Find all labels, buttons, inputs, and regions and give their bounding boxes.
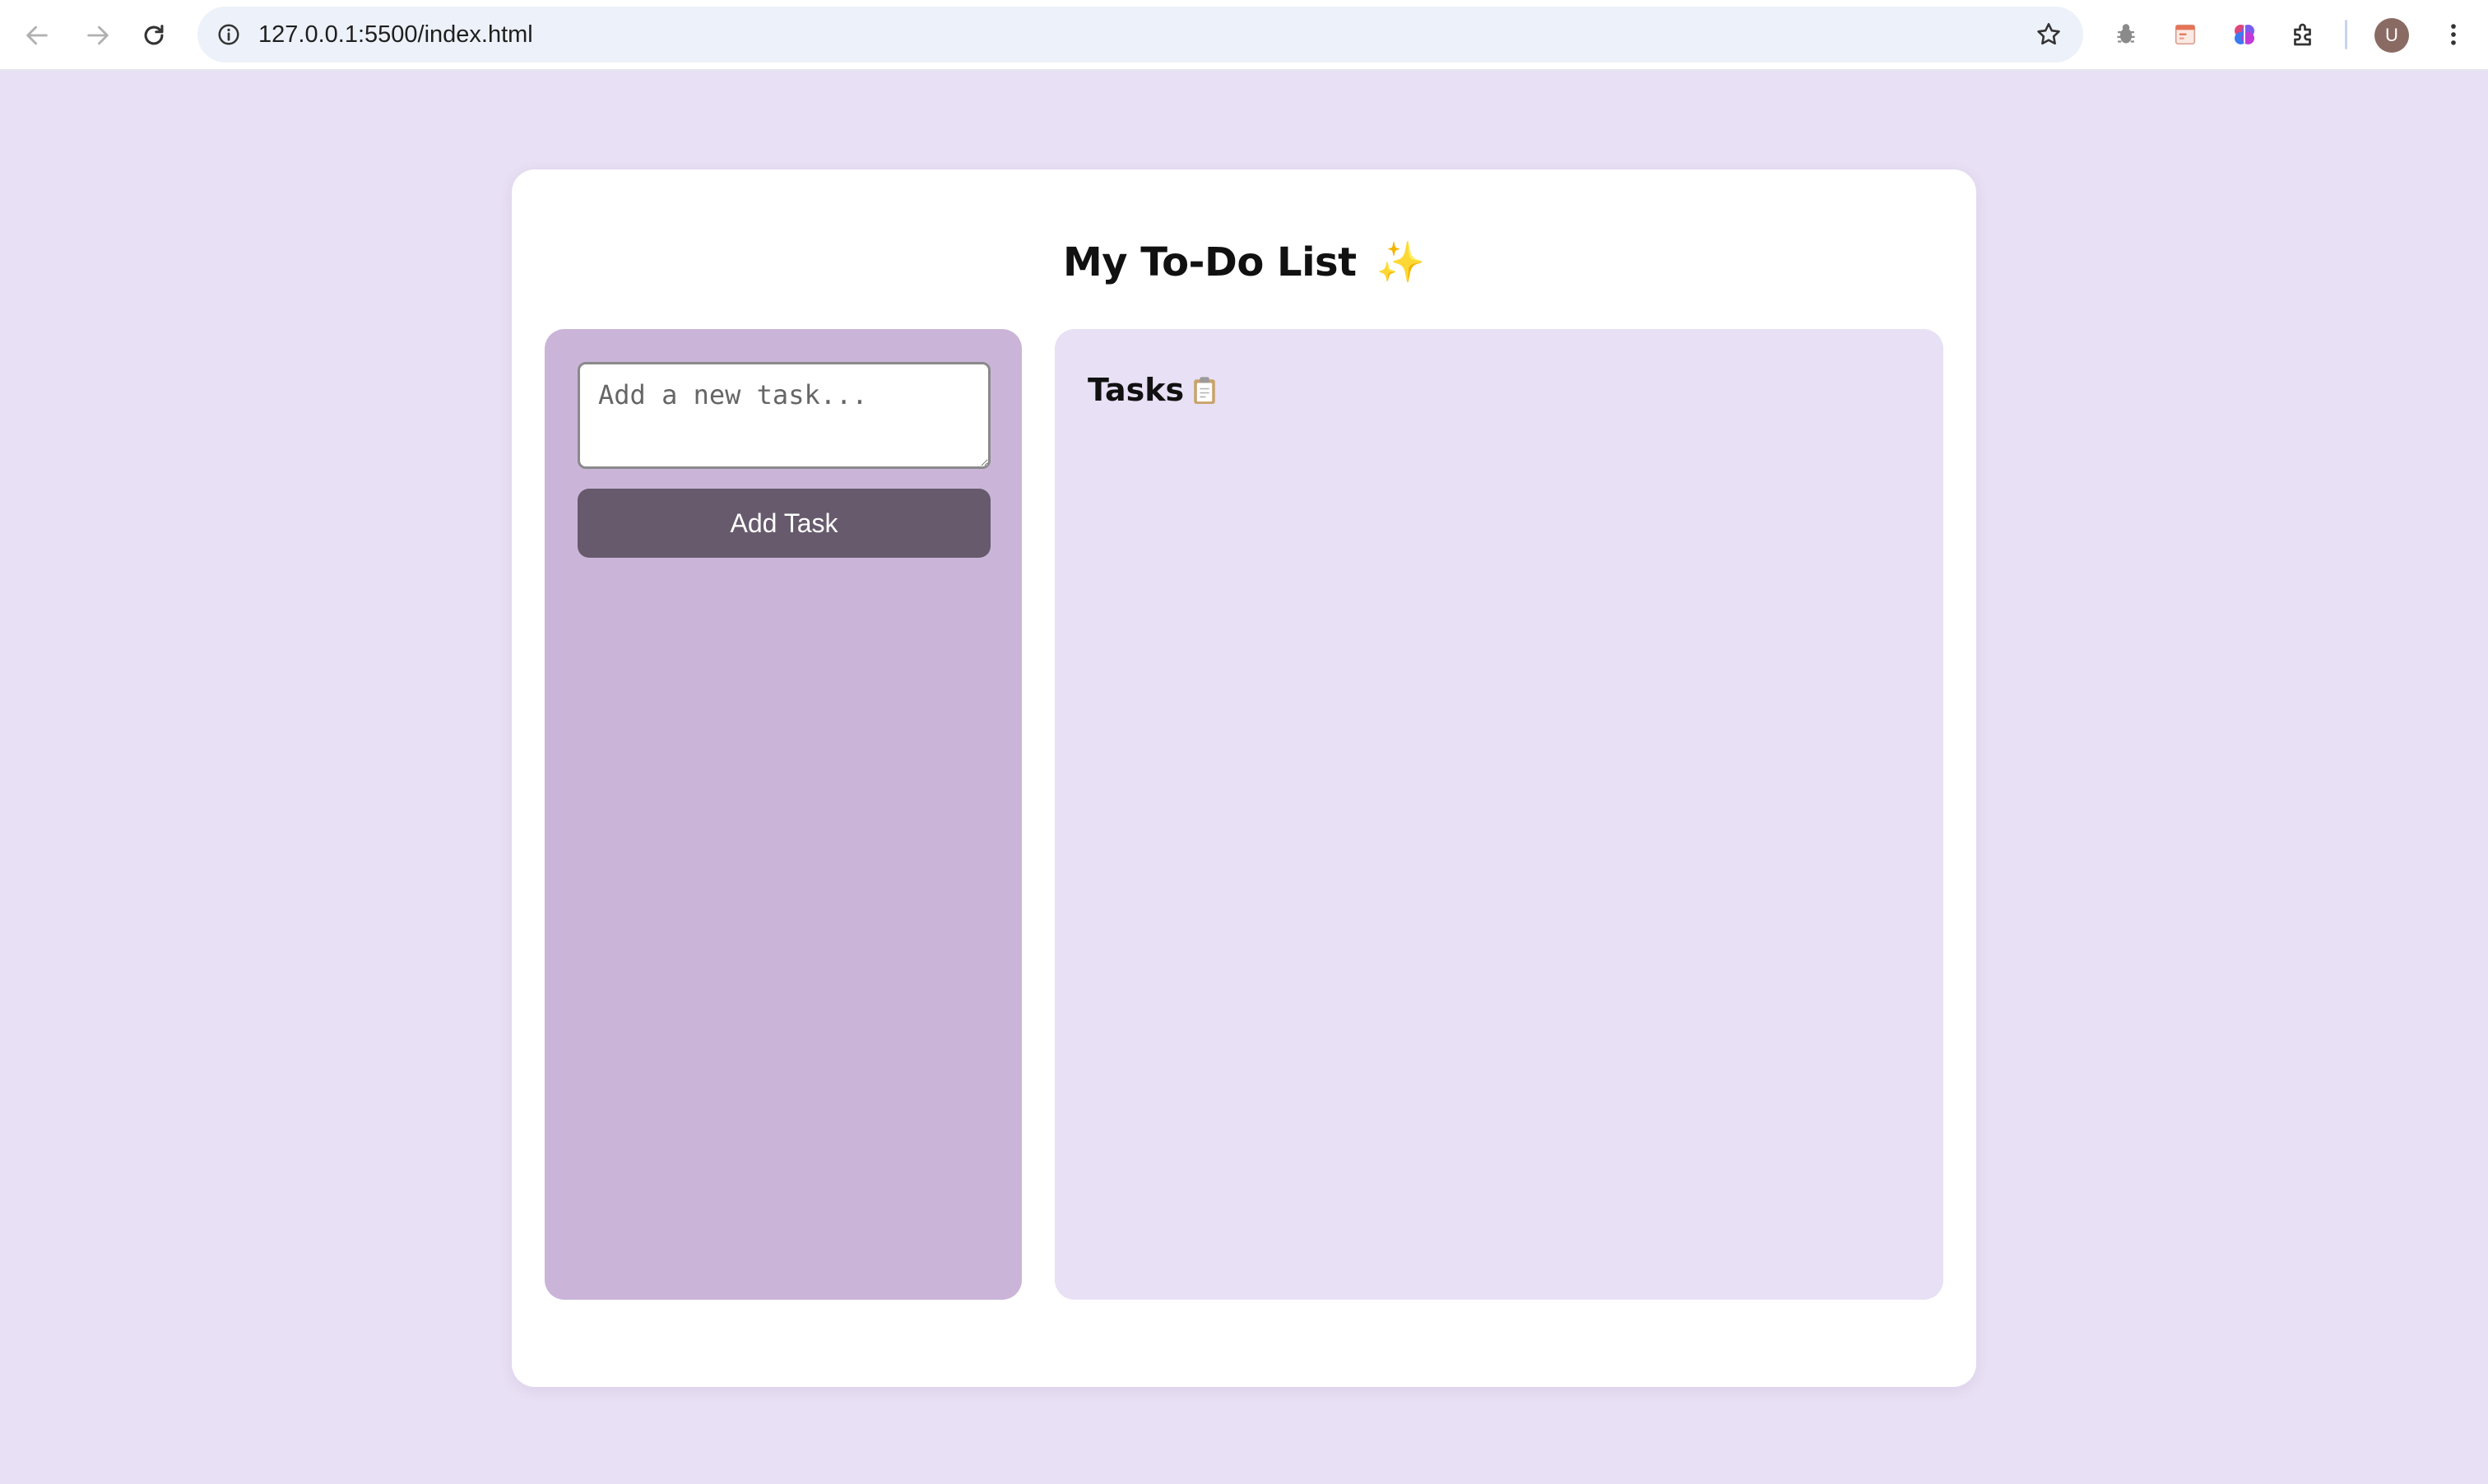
toolbar-divider — [2345, 20, 2347, 49]
kebab-menu-icon[interactable] — [2437, 16, 2470, 53]
forward-button[interactable] — [77, 15, 118, 56]
bug-extension-icon[interactable] — [2108, 16, 2144, 53]
sparkles-icon: ✨ — [1376, 239, 1426, 285]
reload-button[interactable] — [133, 15, 174, 56]
page-title-text: My To-Do List — [1062, 239, 1357, 285]
address-bar[interactable]: 127.0.0.1:5500/index.html — [197, 7, 2083, 63]
calendar-extension-icon[interactable] — [2167, 16, 2203, 53]
page-title: My To-Do List ✨ — [512, 239, 1976, 285]
reload-icon — [144, 25, 164, 45]
task-input[interactable] — [578, 362, 991, 469]
brain-extension-icon[interactable] — [2226, 16, 2263, 53]
site-info-icon[interactable] — [212, 18, 245, 51]
todo-card: My To-Do List ✨ Add Task Tasks — [512, 169, 1976, 1387]
add-task-button[interactable]: Add Task — [578, 489, 991, 558]
forward-arrow-icon — [87, 26, 109, 45]
url-text[interactable]: 127.0.0.1:5500/index.html — [258, 7, 533, 63]
tasks-heading-text: Tasks — [1088, 372, 1185, 408]
puzzle-extensions-icon[interactable] — [2286, 16, 2322, 53]
clipboard-icon — [1191, 374, 1218, 406]
input-panel: Add Task — [545, 329, 1022, 1300]
back-arrow-icon — [26, 26, 48, 45]
browser-toolbar: 127.0.0.1:5500/index.html U — [0, 0, 2488, 71]
tasks-panel: Tasks — [1055, 329, 1943, 1300]
profile-avatar[interactable]: U — [2374, 18, 2409, 53]
bookmark-star-icon[interactable] — [2032, 18, 2065, 51]
back-button[interactable] — [16, 15, 58, 56]
tasks-heading: Tasks — [1088, 372, 1218, 408]
